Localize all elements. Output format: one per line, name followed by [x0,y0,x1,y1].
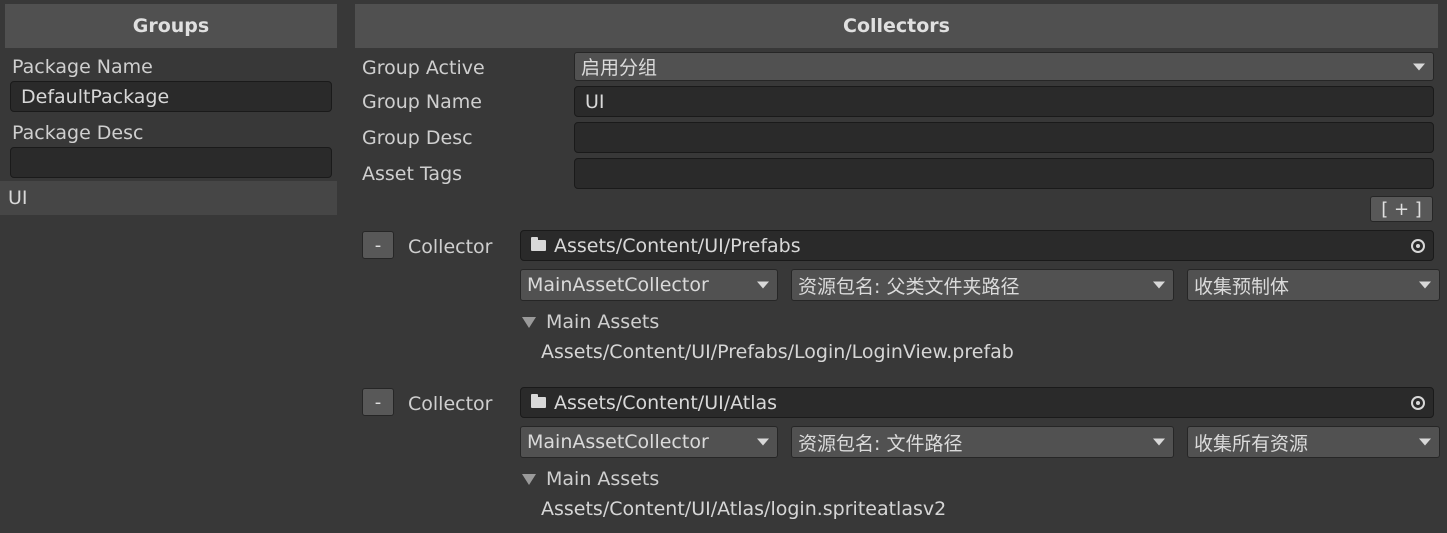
collector-path: Assets/Content/UI/Prefabs [554,234,801,257]
filter-rule-value: 收集所有资源 [1194,432,1309,455]
chevron-down-icon [1419,438,1431,446]
chevron-down-icon [757,281,769,289]
main-assets-label: Main Assets [546,311,660,333]
add-collector-button[interactable]: [ + ] [1370,196,1433,222]
groups-header: Groups [5,4,337,48]
collectors-header: Collectors [355,4,1438,48]
filter-rule-value: 收集预制体 [1194,275,1290,298]
collector-type-dropdown[interactable]: MainAssetCollector [520,426,778,458]
collector-type-dropdown[interactable]: MainAssetCollector [520,269,778,301]
asset-tags-field[interactable] [574,158,1434,189]
asset-path: Assets/Content/UI/Atlas/login.spriteatla… [541,498,947,520]
folder-icon [531,394,546,408]
group-name-field[interactable]: UI [574,86,1434,117]
remove-collector-button[interactable]: - [362,231,394,259]
group-list-item[interactable]: UI [0,181,337,215]
main-assets-foldout[interactable]: Main Assets [522,310,659,334]
package-desc-field[interactable] [10,147,332,178]
object-picker-icon[interactable] [1411,238,1425,253]
collector-path: Assets/Content/UI/Atlas [554,391,778,414]
main-assets-label: Main Assets [546,468,660,490]
chevron-down-icon [757,438,769,446]
group-desc-label: Group Desc [362,127,473,149]
collector-label: Collector [408,236,493,258]
filter-rule-dropdown[interactable]: 收集所有资源 [1187,426,1440,458]
object-picker-icon[interactable] [1411,395,1425,410]
chevron-down-icon [1419,281,1431,289]
groups-panel: Groups Package Name DefaultPackage Packa… [0,0,346,533]
group-active-label: Group Active [362,57,485,79]
chevron-down-icon [1153,438,1165,446]
package-desc-label: Package Desc [12,122,144,144]
collector-path-field[interactable]: Assets/Content/UI/Atlas [520,387,1434,418]
collector-type-value: MainAssetCollector [527,274,709,296]
foldout-triangle-icon [522,473,536,485]
asset-path: Assets/Content/UI/Prefabs/Login/LoginVie… [541,341,1014,363]
chevron-down-icon [1413,63,1425,70]
remove-collector-button[interactable]: - [362,388,394,416]
group-name-label: Group Name [362,91,482,113]
chevron-down-icon [1153,281,1165,289]
address-rule-dropdown[interactable]: 资源包名: 父类文件夹路径 [791,269,1174,301]
foldout-triangle-icon [522,316,536,328]
asset-tags-label: Asset Tags [362,163,463,185]
address-rule-value: 资源包名: 父类文件夹路径 [798,275,1020,298]
group-desc-field[interactable] [574,122,1434,153]
folder-icon [531,237,546,251]
main-assets-foldout[interactable]: Main Assets [522,467,659,491]
package-name-field[interactable]: DefaultPackage [10,81,332,112]
collector-type-value: MainAssetCollector [527,431,709,453]
filter-rule-dropdown[interactable]: 收集预制体 [1187,269,1440,301]
address-rule-dropdown[interactable]: 资源包名: 文件路径 [791,426,1174,458]
collector-label: Collector [408,393,493,415]
address-rule-value: 资源包名: 文件路径 [798,432,963,455]
group-active-value: 启用分组 [581,57,658,79]
group-active-dropdown[interactable]: 启用分组 [574,52,1434,81]
package-name-label: Package Name [12,56,153,78]
collector-path-field[interactable]: Assets/Content/UI/Prefabs [520,230,1434,261]
